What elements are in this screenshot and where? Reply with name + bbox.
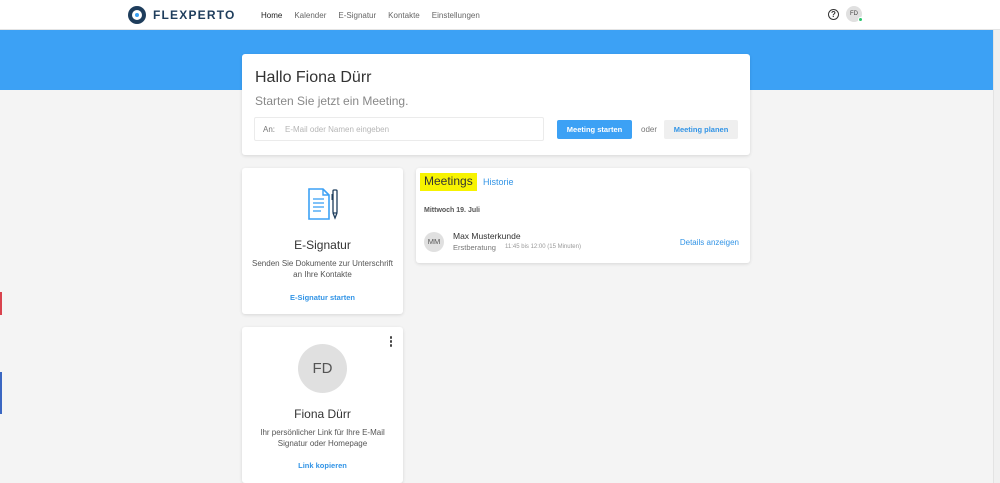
page-scrollbar[interactable] — [993, 30, 1000, 483]
recipient-label: An: — [263, 125, 276, 134]
brand-name: FLEXPERTO — [153, 8, 236, 22]
recipient-field: An: — [254, 117, 544, 141]
meeting-avatar: MM — [424, 232, 444, 252]
e-signatur-card: E-Signatur Senden Sie Dokumente zur Unte… — [242, 168, 403, 314]
meeting-details-link[interactable]: Details anzeigen — [680, 238, 739, 247]
top-navbar: FLEXPERTO Home Kalender E-Signatur Konta… — [0, 0, 1000, 30]
brand-logo[interactable]: FLEXPERTO — [128, 4, 236, 26]
e-signatur-start-link[interactable]: E-Signatur starten — [242, 293, 403, 302]
profile-card: FD Fiona Dürr Ihr persönlicher Link für … — [242, 327, 403, 483]
nav-item-home[interactable]: Home — [261, 11, 282, 20]
meeting-contact-name: Max Musterkunde — [453, 231, 521, 241]
meetings-card: Meetings Historie Mittwoch 19. Juli MM M… — [416, 168, 750, 263]
profile-description: Ihr persönlicher Link für Ihre E-Mail Si… — [260, 428, 385, 448]
document-pen-icon — [308, 188, 338, 220]
tab-historie[interactable]: Historie — [483, 177, 514, 187]
e-signatur-title: E-Signatur — [294, 238, 351, 252]
copy-link-button[interactable]: Link kopieren — [242, 461, 403, 470]
greeting-subtitle: Starten Sie jetzt ein Meeting. — [255, 94, 409, 108]
greeting-card: Hallo Fiona Dürr Starten Sie jetzt ein M… — [242, 54, 750, 155]
nav-item-e-signatur[interactable]: E-Signatur — [338, 11, 376, 20]
kebab-menu-icon[interactable] — [388, 336, 394, 348]
help-icon[interactable]: ? — [828, 9, 839, 20]
profile-name: Fiona Dürr — [294, 407, 351, 421]
online-status-indicator — [858, 17, 863, 22]
plan-meeting-button[interactable]: Meeting planen — [664, 120, 738, 139]
nav-item-kontakte[interactable]: Kontakte — [388, 11, 420, 20]
edge-tab-red[interactable] — [0, 292, 2, 315]
main-nav: Home Kalender E-Signatur Kontakte Einste… — [261, 0, 492, 30]
tab-meetings[interactable]: Meetings — [420, 173, 477, 191]
start-meeting-button[interactable]: Meeting starten — [557, 120, 632, 139]
greeting-title: Hallo Fiona Dürr — [255, 69, 372, 86]
edge-tab-blue[interactable] — [0, 372, 2, 414]
recipient-input[interactable] — [285, 122, 540, 137]
e-signatur-description: Senden Sie Dokumente zur Unterschrift an… — [252, 259, 393, 279]
nav-item-kalender[interactable]: Kalender — [294, 11, 326, 20]
or-separator: oder — [641, 125, 658, 134]
meeting-date-header: Mittwoch 19. Juli — [424, 207, 481, 214]
profile-avatar: FD — [298, 344, 347, 393]
meeting-time: 11:45 bis 12:00 (15 Minuten) — [505, 244, 581, 250]
meeting-type: Erstberatung — [453, 243, 496, 252]
nav-item-einstellungen[interactable]: Einstellungen — [432, 11, 480, 20]
logo-icon — [128, 6, 146, 24]
